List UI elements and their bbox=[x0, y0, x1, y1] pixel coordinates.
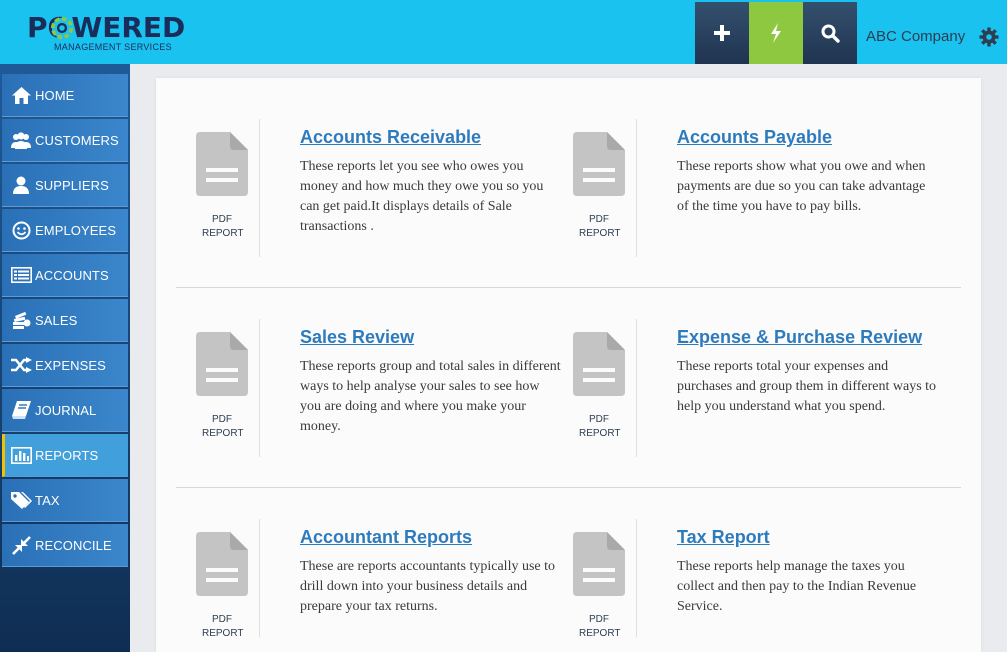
report-title-link[interactable]: Expense & Purchase Review bbox=[677, 327, 922, 348]
report-card-expense-purchase-review: PDF REPORT Expense & Purchase Review Thes… bbox=[553, 319, 936, 459]
section-divider bbox=[176, 487, 961, 488]
pdf-report-label: PDF REPORT bbox=[579, 414, 621, 439]
sidebar-item-label: ACCOUNTS bbox=[35, 267, 109, 283]
document-icon[interactable] bbox=[573, 332, 625, 396]
report-card-tax-report: PDF REPORT Tax Report These reports help … bbox=[553, 519, 931, 652]
card-separator bbox=[259, 519, 260, 637]
sidebar-item-employees[interactable]: EMPLOYEES bbox=[2, 209, 128, 252]
book-icon bbox=[10, 400, 32, 420]
report-description: These reports group and total sales in d… bbox=[300, 359, 561, 434]
sidebar-item-tax[interactable]: TAX bbox=[2, 479, 128, 522]
report-title-link[interactable]: Accounts Payable bbox=[677, 127, 832, 148]
report-description: These reports let you see who owes you m… bbox=[300, 159, 544, 234]
smile-icon bbox=[10, 220, 32, 240]
report-description: These reports show what you owe and when… bbox=[677, 159, 926, 214]
top-header: POWERED MANAGEMENT SERVICES ABC Company bbox=[0, 0, 1007, 64]
compress-icon bbox=[10, 535, 32, 555]
sidebar-item-label: JOURNAL bbox=[35, 402, 97, 418]
sidebar-item-label: EMPLOYEES bbox=[35, 222, 117, 238]
report-title-link[interactable]: Tax Report bbox=[677, 527, 770, 548]
logo-gear-icon bbox=[50, 16, 74, 40]
search-icon bbox=[821, 24, 840, 43]
sidebar-item-label: HOME bbox=[35, 87, 75, 103]
sidebar-item-label: CUSTOMERS bbox=[35, 132, 119, 148]
sidebar-item-label: RECONCILE bbox=[35, 537, 112, 553]
sidebar-item-label: REPORTS bbox=[35, 447, 99, 463]
bar-chart-icon bbox=[10, 445, 32, 465]
sidebar-item-label: SUPPLIERS bbox=[35, 177, 109, 193]
quick-action-button[interactable] bbox=[749, 2, 803, 64]
report-card-accountant-reports: PDF REPORT Accountant Reports These are r… bbox=[176, 519, 555, 652]
sidebar-item-home[interactable]: HOME bbox=[2, 74, 128, 117]
plus-icon bbox=[714, 25, 730, 41]
card-separator bbox=[636, 119, 637, 257]
logo-subtitle: MANAGEMENT SERVICES bbox=[54, 42, 172, 52]
company-name[interactable]: ABC Company bbox=[866, 28, 965, 45]
report-card-sales-review: PDF REPORT Sales Review These reports gro… bbox=[176, 319, 561, 459]
sidebar-item-reports[interactable]: REPORTS bbox=[2, 434, 128, 477]
gear-icon[interactable] bbox=[979, 27, 999, 47]
sidebar-item-sales[interactable]: SALES bbox=[2, 299, 128, 342]
pdf-report-label: PDF REPORT bbox=[579, 214, 621, 239]
report-description: These reports help manage the taxes you … bbox=[677, 559, 917, 614]
add-button[interactable] bbox=[695, 2, 749, 64]
report-description: These are reports accountants typically … bbox=[300, 559, 556, 614]
document-icon[interactable] bbox=[196, 332, 248, 396]
report-title-link[interactable]: Accountant Reports bbox=[300, 527, 472, 548]
card-separator bbox=[259, 119, 260, 257]
pdf-report-label: PDF REPORT bbox=[579, 614, 621, 639]
home-icon bbox=[10, 85, 32, 105]
report-card-accounts-payable: PDF REPORT Accounts Payable These reports… bbox=[553, 119, 931, 259]
list-icon bbox=[10, 265, 32, 285]
tag-icon bbox=[10, 490, 32, 510]
sidebar-item-suppliers[interactable]: SUPPLIERS bbox=[2, 164, 128, 207]
document-icon[interactable] bbox=[573, 132, 625, 196]
pdf-report-label: PDF REPORT bbox=[202, 414, 244, 439]
card-separator bbox=[636, 519, 637, 637]
report-card-accounts-receivable: PDF REPORT Accounts Receivable These repo… bbox=[176, 119, 554, 259]
search-button[interactable] bbox=[803, 2, 857, 64]
sidebar-item-label: EXPENSES bbox=[35, 357, 106, 373]
user-icon bbox=[10, 175, 32, 195]
app-logo[interactable]: POWERED MANAGEMENT SERVICES bbox=[27, 13, 197, 55]
sidebar-item-expenses[interactable]: EXPENSES bbox=[2, 344, 128, 387]
document-icon[interactable] bbox=[196, 532, 248, 596]
sidebar-item-customers[interactable]: CUSTOMERS bbox=[2, 119, 128, 162]
document-icon[interactable] bbox=[196, 132, 248, 196]
pdf-report-label: PDF REPORT bbox=[202, 614, 244, 639]
coins-icon bbox=[10, 310, 32, 330]
section-divider bbox=[176, 287, 961, 288]
sidebar-item-label: SALES bbox=[35, 312, 78, 328]
users-icon bbox=[10, 130, 32, 150]
document-icon[interactable] bbox=[573, 532, 625, 596]
sidebar-item-journal[interactable]: JOURNAL bbox=[2, 389, 128, 432]
card-separator bbox=[259, 319, 260, 457]
sidebar-item-label: TAX bbox=[35, 492, 60, 508]
sidebar-item-reconcile[interactable]: RECONCILE bbox=[2, 524, 128, 567]
bolt-icon bbox=[771, 23, 781, 43]
report-description: These reports total your expenses and pu… bbox=[677, 359, 937, 414]
report-title-link[interactable]: Sales Review bbox=[300, 327, 414, 348]
report-title-link[interactable]: Accounts Receivable bbox=[300, 127, 481, 148]
pdf-report-label: PDF REPORT bbox=[202, 214, 244, 239]
card-separator bbox=[636, 319, 637, 457]
shuffle-icon bbox=[10, 355, 32, 375]
sidebar-item-accounts[interactable]: ACCOUNTS bbox=[2, 254, 128, 297]
